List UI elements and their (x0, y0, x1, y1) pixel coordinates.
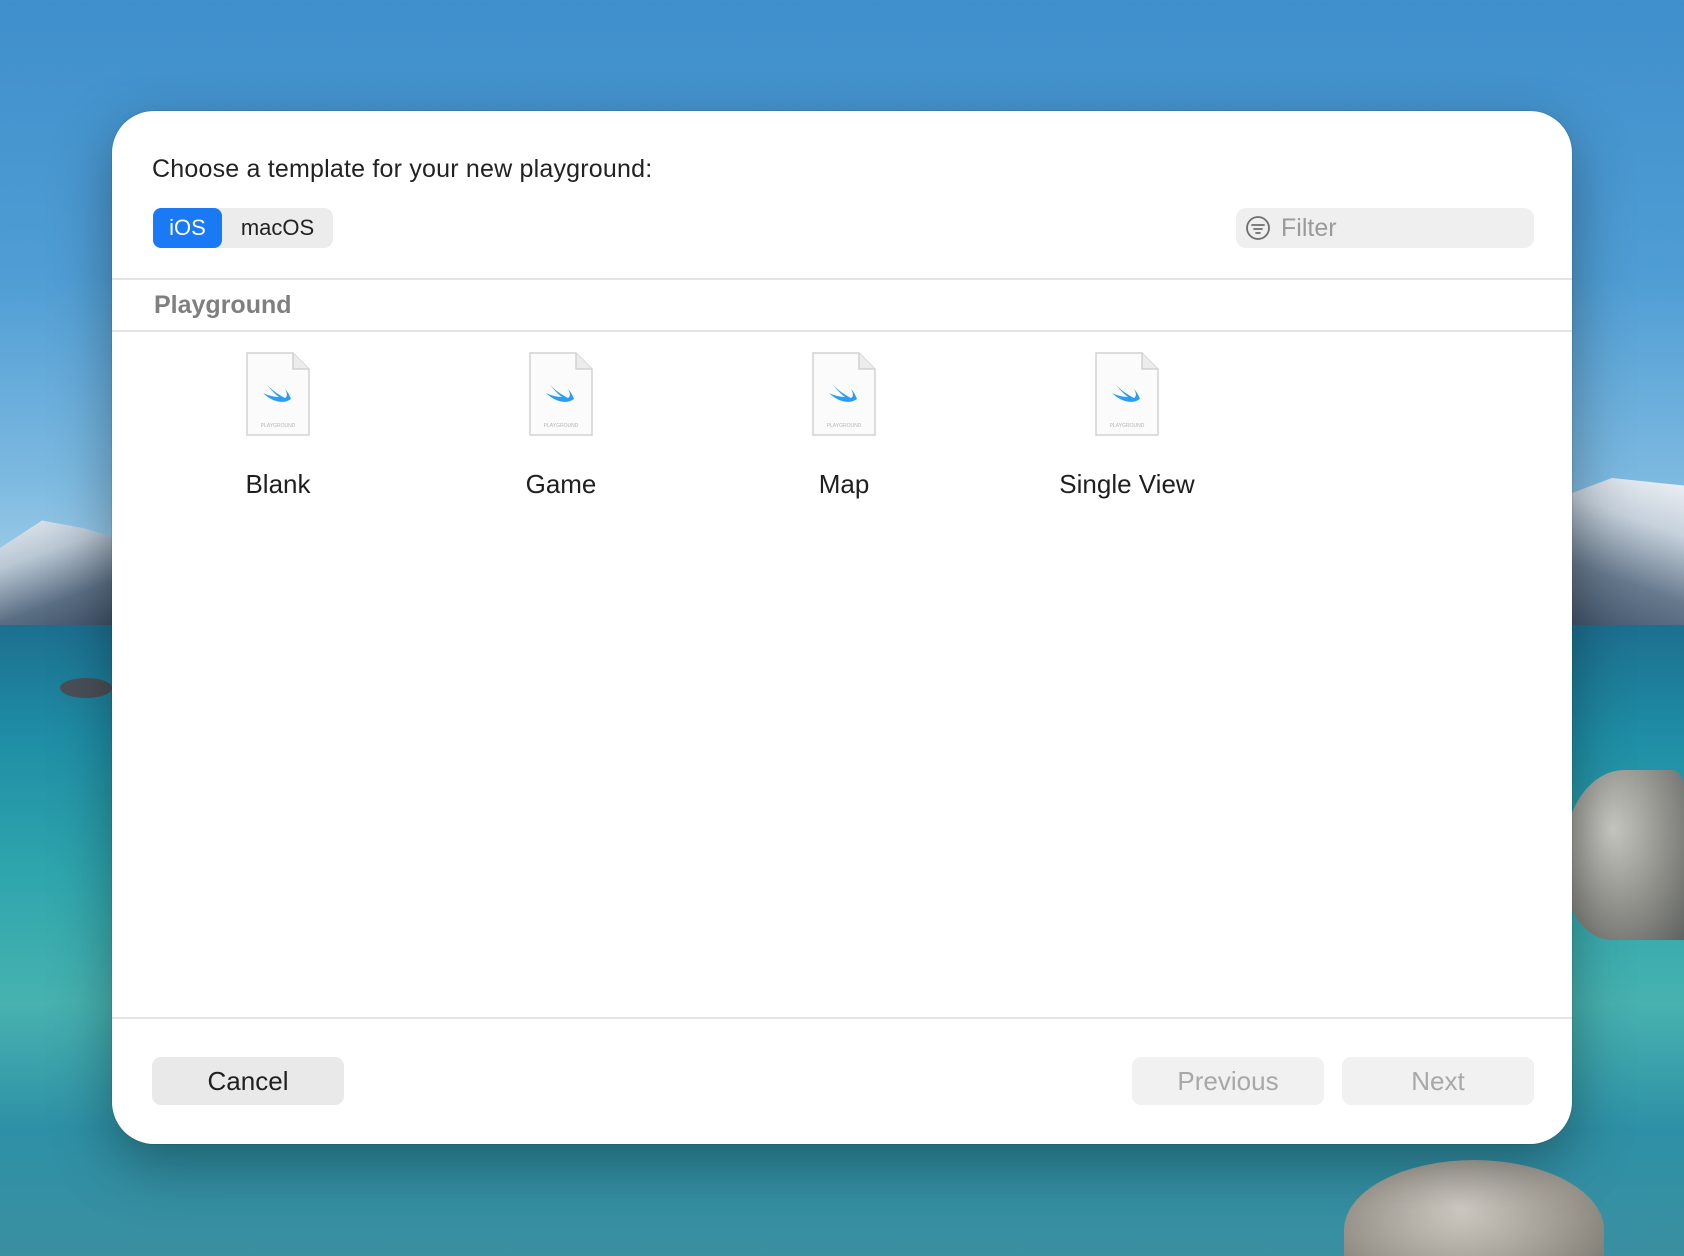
filter-icon (1245, 215, 1271, 241)
template-label: Single View (1059, 469, 1195, 499)
background-mountain (1564, 478, 1684, 628)
template-chooser-dialog: Choose a template for your new playgroun… (112, 111, 1572, 1144)
section-label: Playground (154, 291, 292, 319)
template-label: Map (818, 469, 870, 499)
template-badge: PLAYGROUND (827, 423, 862, 429)
template-label: Game (525, 469, 597, 499)
swift-playground-file-icon: PLAYGROUND (811, 351, 877, 437)
background-mountain (0, 520, 120, 625)
cancel-button[interactable]: Cancel (152, 1057, 344, 1105)
next-button[interactable]: Next (1342, 1057, 1534, 1105)
background-rock (1564, 770, 1684, 940)
filter-input[interactable] (1279, 212, 1533, 244)
swift-playground-file-icon: PLAYGROUND (1094, 351, 1160, 437)
background-rock (60, 678, 112, 698)
template-badge: PLAYGROUND (1110, 423, 1145, 429)
template-badge: PLAYGROUND (261, 423, 296, 429)
template-badge: PLAYGROUND (544, 423, 579, 429)
swift-playground-file-icon: PLAYGROUND (528, 351, 594, 437)
tab-macos[interactable]: macOS (222, 208, 333, 248)
section-header: Playground (112, 279, 1572, 331)
template-label: Blank (245, 469, 311, 499)
platform-segmented-control: iOS macOS (153, 208, 333, 248)
tab-ios[interactable]: iOS (153, 208, 222, 248)
template-grid: PLAYGROUND Blank PLAYGROUND Game PLAYGRO… (112, 331, 1572, 1031)
template-single-view[interactable]: PLAYGROUND Single View (1027, 351, 1227, 500)
filter-field[interactable] (1236, 208, 1534, 248)
previous-button[interactable]: Previous (1132, 1057, 1324, 1105)
dialog-title: Choose a template for your new playgroun… (152, 155, 653, 183)
divider (112, 1017, 1572, 1019)
template-game[interactable]: PLAYGROUND Game (461, 351, 661, 500)
template-blank[interactable]: PLAYGROUND Blank (178, 351, 378, 500)
swift-playground-file-icon: PLAYGROUND (245, 351, 311, 437)
template-map[interactable]: PLAYGROUND Map (744, 351, 944, 500)
